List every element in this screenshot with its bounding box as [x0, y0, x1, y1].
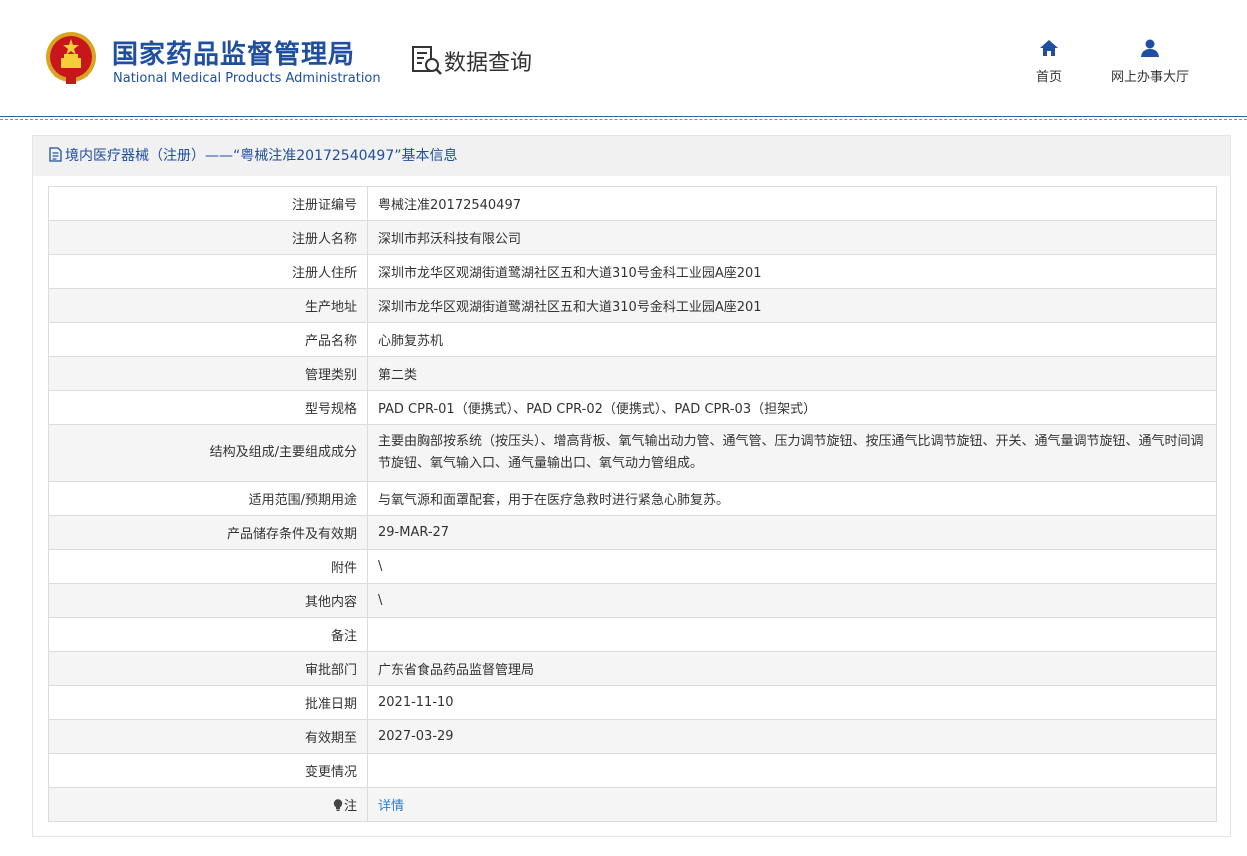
table-row: 注册人名称 深圳市邦沃科技有限公司	[48, 220, 1217, 255]
row-label: 产品储存条件及有效期	[48, 515, 368, 550]
row-label: 注册人名称	[48, 220, 368, 255]
table-row-note: 注 详情	[48, 787, 1217, 822]
site-header: 国家药品监督管理局 National Medical Products Admi…	[0, 0, 1247, 116]
table-row: 注册证编号 粤械注准20172540497	[48, 186, 1217, 221]
row-label: 适用范围/预期用途	[48, 481, 368, 516]
user-icon	[1141, 39, 1159, 57]
panel-title: 境内医疗器械（注册）——“粤械注准20172540497”基本信息	[65, 148, 458, 164]
document-search-icon	[412, 46, 442, 75]
national-emblem-icon	[46, 32, 96, 84]
home-icon	[1040, 40, 1058, 56]
note-label: 注	[343, 799, 357, 814]
row-value: 深圳市邦沃科技有限公司	[367, 220, 1217, 255]
table-row: 产品名称 心肺复苏机	[48, 322, 1217, 357]
row-value: 与氧气源和面罩配套，用于在医疗急救时进行紧急心肺复苏。	[367, 481, 1217, 516]
row-label: 注册人住所	[48, 254, 368, 289]
table-row: 生产地址 深圳市龙华区观湖街道鹭湖社区五和大道310号金科工业园A座201	[48, 288, 1217, 323]
nav-online-service-hall-label: 网上办事大厅	[1110, 70, 1189, 85]
table-row: 审批部门 广东省食品药品监督管理局	[48, 651, 1217, 686]
row-value	[367, 753, 1217, 788]
table-row: 注册人住所 深圳市龙华区观湖街道鹭湖社区五和大道310号金科工业园A座201	[48, 254, 1217, 289]
row-label: 其他内容	[48, 583, 368, 618]
header-dashed-divider	[0, 119, 1247, 120]
row-value: 粤械注准20172540497	[367, 186, 1217, 221]
row-label: 产品名称	[48, 322, 368, 357]
row-value: 心肺复苏机	[367, 322, 1217, 357]
section-title: 数据查询	[444, 51, 533, 76]
row-label: 变更情况	[48, 753, 368, 788]
table-row: 产品储存条件及有效期 29-MAR-27	[48, 515, 1217, 550]
table-row: 有效期至 2027-03-29	[48, 719, 1217, 754]
table-row: 型号规格 PAD CPR-01（便携式）、PAD CPR-02（便携式）、PAD …	[48, 390, 1217, 425]
row-value	[367, 617, 1217, 652]
row-label: 管理类别	[48, 356, 368, 391]
row-value: 主要由胸部按系统（按压头）、增高背板、氧气输出动力管、通气管、压力调节旋钮、按压…	[367, 424, 1217, 482]
row-label: 附件	[48, 549, 368, 584]
site-title: 国家药品监督管理局	[112, 40, 356, 70]
nav-home[interactable]: 首页	[1026, 38, 1072, 85]
panel-title-bar: 境内医疗器械（注册）——“粤械注准20172540497”基本信息	[33, 136, 1230, 176]
row-value: 深圳市龙华区观湖街道鹭湖社区五和大道310号金科工业园A座201	[367, 288, 1217, 323]
table-row: 管理类别 第二类	[48, 356, 1217, 391]
details-link[interactable]: 详情	[378, 799, 404, 814]
site-subtitle: National Medical Products Administration	[113, 71, 381, 86]
table-row: 批准日期 2021-11-10	[48, 685, 1217, 720]
table-row: 变更情况	[48, 753, 1217, 788]
row-label: 备注	[48, 617, 368, 652]
row-label: 结构及组成/主要组成成分	[48, 424, 368, 482]
row-value: 第二类	[367, 356, 1217, 391]
row-value: 2027-03-29	[367, 719, 1217, 754]
note-label-cell: 注	[48, 787, 368, 822]
nav-home-label: 首页	[1035, 70, 1062, 85]
row-label: 审批部门	[48, 651, 368, 686]
table-row: 附件 \	[48, 549, 1217, 584]
row-label: 批准日期	[48, 685, 368, 720]
row-value: PAD CPR-01（便携式）、PAD CPR-02（便携式）、PAD CPR-…	[367, 390, 1217, 425]
lightbulb-icon	[333, 798, 343, 811]
row-label: 注册证编号	[48, 186, 368, 221]
row-value: \	[367, 583, 1217, 618]
row-value: 广东省食品药品监督管理局	[367, 651, 1217, 686]
registration-info-table: 注册证编号 粤械注准20172540497 注册人名称 深圳市邦沃科技有限公司 注册…	[48, 186, 1217, 822]
nav-online-service-hall[interactable]: 网上办事大厅	[1100, 38, 1200, 85]
table-row: 其他内容 \	[48, 583, 1217, 618]
row-value: 深圳市龙华区观湖街道鹭湖社区五和大道310号金科工业园A座201	[367, 254, 1217, 289]
row-value: \	[367, 549, 1217, 584]
table-row: 备注	[48, 617, 1217, 652]
row-value: 2021-11-10	[367, 685, 1217, 720]
table-row: 结构及组成/主要组成成分 主要由胸部按系统（按压头）、增高背板、氧气输出动力管、通…	[48, 424, 1217, 482]
detail-panel: 境内医疗器械（注册）——“粤械注准20172540497”基本信息 注册证编号粤…	[32, 135, 1231, 837]
row-label: 型号规格	[48, 390, 368, 425]
header-divider	[0, 116, 1247, 117]
note-value-cell: 详情	[367, 787, 1217, 822]
row-label: 有效期至	[48, 719, 368, 754]
row-label: 生产地址	[48, 288, 368, 323]
document-icon	[49, 147, 62, 162]
table-row: 适用范围/预期用途 与氧气源和面罩配套，用于在医疗急救时进行紧急心肺复苏。	[48, 481, 1217, 516]
row-value: 29-MAR-27	[367, 515, 1217, 550]
